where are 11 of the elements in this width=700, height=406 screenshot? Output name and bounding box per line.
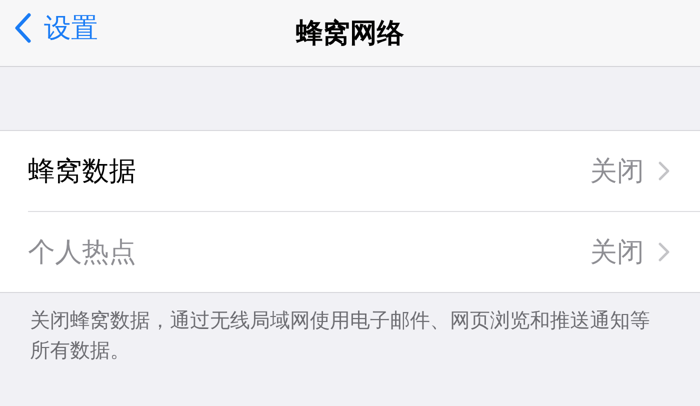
row-value: 关闭 <box>590 155 644 189</box>
chevron-icon <box>658 161 670 181</box>
row-label: 个人热点 <box>28 236 137 270</box>
settings-row[interactable]: 蜂窝数据 关闭 <box>28 131 700 212</box>
row-value: 关闭 <box>590 236 644 270</box>
chevron-icon <box>658 242 670 262</box>
row-label: 蜂窝数据 <box>28 155 137 189</box>
back-chevron-icon <box>14 13 32 43</box>
back-button[interactable]: 设置 <box>14 10 98 46</box>
nav-title: 蜂窝网络 <box>296 17 404 51</box>
footer-note: 关闭蜂窝数据，通过无线局域网使用电子邮件、网页浏览和推送通知等所有数据。 <box>29 307 651 364</box>
